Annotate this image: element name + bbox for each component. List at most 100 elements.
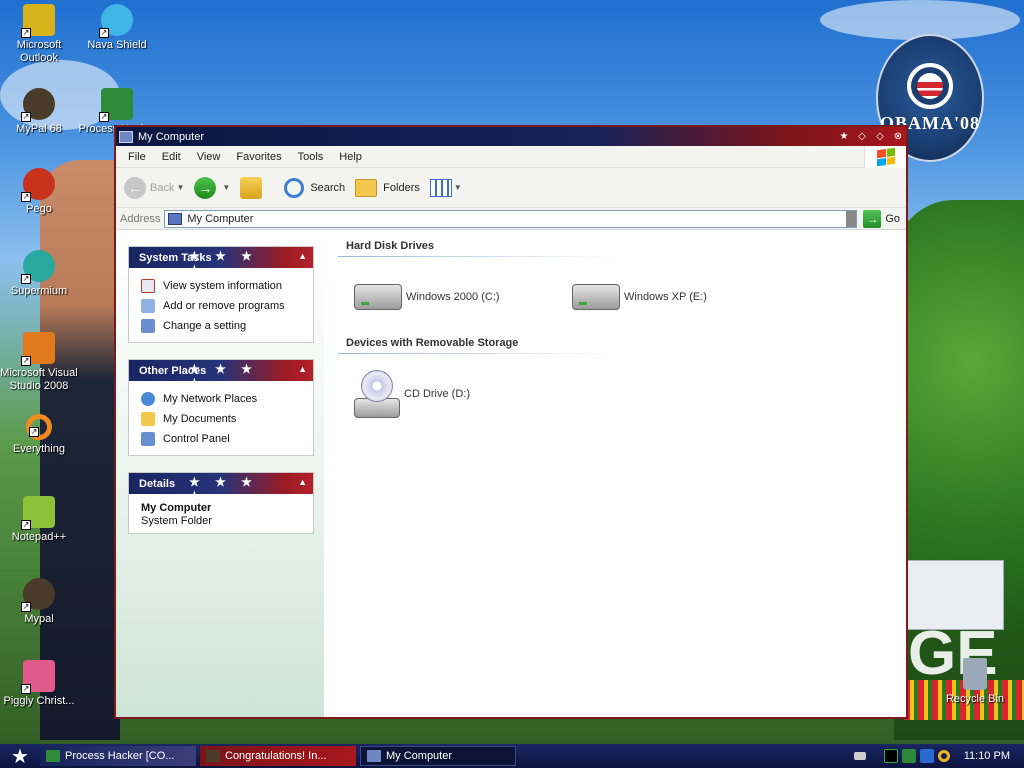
group-title-removable: Devices with Removable Storage — [346, 337, 519, 349]
go-label: Go — [885, 212, 900, 225]
security-shield-icon[interactable] — [919, 749, 934, 763]
cd-drive-icon — [354, 370, 400, 418]
add-remove-icon — [141, 299, 155, 313]
window-titlebar[interactable]: My Computer ★ ◇ ◇ ⊗ — [116, 127, 906, 146]
desktop-icon-mypal[interactable]: ↗ Mypal — [0, 578, 78, 626]
desktop-icon-supermium[interactable]: ↗ Supermium — [0, 250, 78, 298]
drive-label: Windows 2000 (C:) — [406, 291, 500, 303]
desktop-icon-everything[interactable]: ↗ Everything — [0, 414, 78, 456]
taskbar-item-label: Process Hacker [CO... — [65, 750, 175, 762]
task-label: My Documents — [163, 413, 237, 425]
system-tasks-panel: System Tasks ★ ★ ★ ★ ▲ View system infor… — [128, 246, 314, 343]
monitor-icon[interactable] — [883, 749, 898, 763]
address-dropdown[interactable] — [846, 210, 857, 227]
minimize-button[interactable]: ◇ — [854, 130, 870, 144]
desktop-icon-mypal68[interactable]: ↗ MyPal 68 — [0, 88, 78, 136]
desktop-icon-label: Nava Shield — [87, 39, 147, 51]
desktop-icon-visual-studio[interactable]: ↗ Microsoft Visual Studio 2008 — [0, 332, 78, 393]
views-icon — [429, 178, 452, 197]
details-header[interactable]: Details ★ ★ ★ ★ ▲ — [129, 473, 313, 503]
notepad-icon: ↗ — [21, 496, 55, 530]
desktop-icon-outlook[interactable]: ↗ Microsoft Outlook — [0, 4, 78, 65]
raccoon-icon: ↗ — [21, 578, 55, 612]
details-type: System Folder — [141, 515, 212, 527]
go-arrow-icon: → — [863, 209, 882, 228]
drive-e[interactable]: Windows XP (E:) — [572, 284, 790, 310]
shield-icon: ↗ — [99, 4, 133, 38]
forward-button[interactable]: → ▼ — [194, 176, 230, 199]
desktop-icon-label: Pego — [26, 203, 52, 215]
star-icon: ★ — [839, 130, 849, 142]
back-label: Back — [150, 181, 175, 194]
taskbar-item-my-computer[interactable]: My Computer — [360, 746, 516, 766]
taskbar: ★ Process Hacker [CO... Congratulations!… — [0, 744, 1024, 768]
go-button[interactable]: → Go — [857, 209, 906, 228]
recycle-bin-icon — [963, 658, 987, 690]
folders-button[interactable]: Folders — [355, 178, 420, 197]
address-input[interactable]: My Computer — [164, 209, 858, 228]
taskbar-item-label: My Computer — [386, 750, 453, 762]
drive-label: CD Drive (D:) — [404, 388, 470, 400]
hard-disk-icon — [354, 284, 402, 310]
desktop-icon-nava-shield[interactable]: ↗ Nava Shield — [78, 4, 156, 52]
search-icon — [284, 177, 305, 198]
close-button[interactable]: ⊗ — [890, 130, 906, 144]
menu-view[interactable]: View — [189, 146, 229, 168]
collapse-icon[interactable]: ▲ — [298, 364, 307, 374]
task-label: Control Panel — [163, 433, 230, 445]
toolbar: ← Back ▼ → ▼ Search Folders ▼ — [116, 168, 906, 208]
search-button[interactable]: Search — [284, 177, 345, 198]
back-button[interactable]: ← Back ▼ — [124, 176, 184, 199]
task-label: My Network Places — [163, 393, 258, 405]
system-tasks-header[interactable]: System Tasks ★ ★ ★ ★ ▲ — [129, 247, 313, 277]
pego-icon: ↗ — [21, 168, 55, 202]
shield-icon[interactable] — [901, 749, 916, 763]
place-my-network-places[interactable]: My Network Places — [141, 389, 303, 409]
drive-c[interactable]: Windows 2000 (C:) — [354, 284, 572, 310]
place-control-panel[interactable]: Control Panel — [141, 429, 303, 449]
desktop-icon-label: MyPal 68 — [16, 123, 62, 135]
menu-tools[interactable]: Tools — [290, 146, 332, 168]
collapse-icon[interactable]: ▲ — [298, 251, 307, 261]
desktop-icon-label: Piggly Christ... — [3, 695, 75, 707]
computer-icon — [119, 130, 133, 143]
pig-icon: ↗ — [21, 660, 55, 694]
menu-help[interactable]: Help — [331, 146, 370, 168]
folder-up-icon — [240, 176, 263, 199]
search-icon[interactable] — [937, 750, 950, 762]
start-button[interactable]: ★ — [0, 744, 40, 768]
desktop-icon-recycle-bin[interactable]: Recycle Bin — [936, 658, 1014, 706]
task-label: Add or remove programs — [163, 300, 285, 312]
clock[interactable]: 11:10 PM — [964, 750, 1010, 762]
maximize-button[interactable]: ◇ — [872, 130, 888, 144]
task-view-system-info[interactable]: View system information — [141, 276, 303, 296]
window-content: System Tasks ★ ★ ★ ★ ▲ View system infor… — [116, 232, 906, 717]
task-add-remove-programs[interactable]: Add or remove programs — [141, 296, 303, 316]
place-my-documents[interactable]: My Documents — [141, 409, 303, 429]
menu-file[interactable]: File — [120, 146, 154, 168]
window-title: My Computer — [138, 130, 205, 143]
desktop-icon-label: Everything — [13, 443, 65, 455]
desktop-icon-piggly[interactable]: ↗ Piggly Christ... — [0, 660, 78, 708]
up-button[interactable] — [240, 176, 274, 199]
views-button[interactable]: ▼ — [429, 178, 462, 197]
taskbar-item-process-hacker[interactable]: Process Hacker [CO... — [40, 746, 196, 766]
task-change-setting[interactable]: Change a setting — [141, 316, 303, 336]
drive-label: Windows XP (E:) — [624, 291, 707, 303]
menu-favorites[interactable]: Favorites — [228, 146, 289, 168]
file-view: Hard Disk Drives Windows 2000 (C:) Windo… — [324, 232, 906, 717]
menu-edit[interactable]: Edit — [154, 146, 189, 168]
keyboard-icon[interactable] — [853, 752, 866, 760]
other-places-header[interactable]: Other Places ★ ★ ★ ★ ▲ — [129, 360, 313, 390]
chevron-down-icon: ▼ — [453, 183, 462, 192]
back-arrow-icon: ← — [124, 176, 146, 199]
control-panel-icon — [141, 319, 155, 333]
drive-d[interactable]: CD Drive (D:) — [354, 370, 572, 418]
stars-decoration: ★ ★ ★ ★ — [189, 475, 258, 503]
desktop-icon-notepad-plus[interactable]: ↗ Notepad++ — [0, 496, 78, 544]
desktop-icon-label: Mypal — [24, 613, 54, 625]
taskbar-item-congratulations[interactable]: Congratulations! In... — [200, 746, 356, 766]
collapse-icon[interactable]: ▲ — [298, 477, 307, 487]
desktop-icon-pego[interactable]: ↗ Pego — [0, 168, 78, 216]
stars-decoration: ★ ★ ★ ★ — [189, 249, 258, 277]
